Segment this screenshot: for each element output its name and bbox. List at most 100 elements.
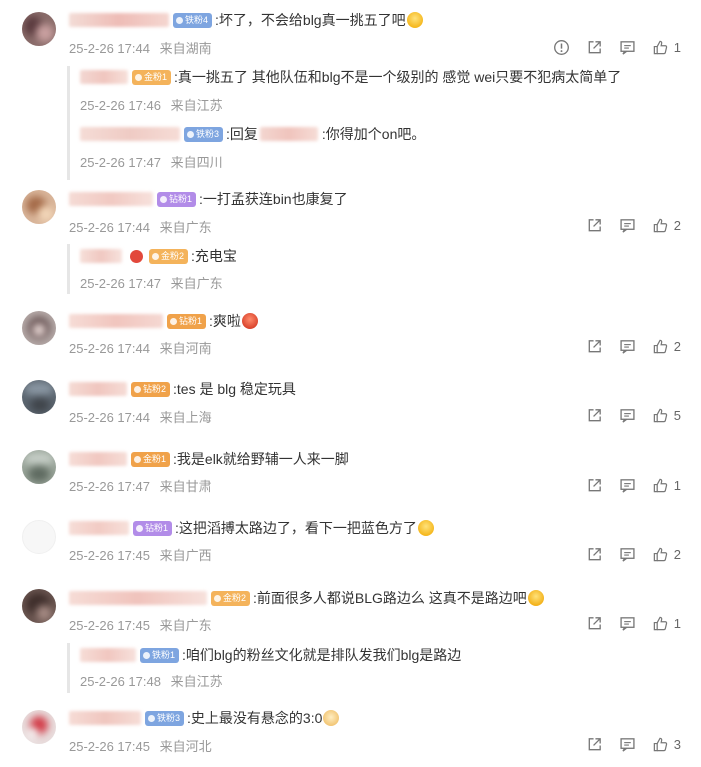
username[interactable]: [80, 249, 122, 263]
comment-text: :我是elk就给野辅一人来一脚: [173, 451, 349, 467]
comment-button[interactable]: [619, 407, 636, 424]
location: 来自湖南: [159, 41, 212, 56]
avatar[interactable]: [22, 520, 56, 554]
comment-icon: [620, 408, 635, 423]
avatar[interactable]: [22, 311, 56, 345]
like-button[interactable]: 5: [652, 407, 681, 424]
comment-line: 钻粉1 :这把滔搏太路边了，看下一把蓝色方了: [69, 519, 434, 537]
avatar[interactable]: [22, 589, 56, 623]
comment-text: :这把滔搏太路边了，看下一把蓝色方了: [175, 520, 417, 536]
cat-emoji-icon: [323, 710, 340, 726]
badge-label: 金粉1: [144, 71, 168, 82]
like-button[interactable]: 3: [652, 736, 681, 753]
fan-icon: [214, 594, 221, 602]
timestamp: 25-2-26 17:44: [69, 41, 150, 56]
comment-button[interactable]: [619, 338, 636, 355]
like-button[interactable]: 1: [652, 615, 681, 632]
thumbs-up-icon: [653, 40, 667, 54]
username[interactable]: [69, 452, 127, 466]
comment-actions: 1: [570, 613, 681, 633]
replied-username[interactable]: [259, 127, 318, 141]
comment-text: :前面很多人都说BLG路边么 这真不是路边吧: [253, 590, 527, 606]
comment-button[interactable]: [619, 477, 636, 494]
like-count: 2: [673, 338, 681, 354]
comment-icon: [620, 218, 635, 233]
comment-text: :一打孟获连bin也康复了: [199, 191, 348, 207]
timestamp: 25-2-26 17:45: [69, 548, 150, 563]
timestamp: 25-2-26 17:47: [80, 276, 161, 291]
comment-text: :坏了，不会给blg真一挑五了吧: [215, 12, 406, 28]
fan-badge: 钻粉1: [133, 520, 173, 536]
avatar[interactable]: [22, 380, 56, 414]
comment-button[interactable]: [619, 217, 636, 234]
comment-line: 钻粉1 :一打孟获连bin也康复了: [69, 190, 348, 208]
username[interactable]: [69, 382, 127, 396]
comment-meta: 25-2-26 17:44 来自广东: [69, 217, 212, 235]
fan-badge: 金粉2: [149, 248, 189, 264]
report-button[interactable]: [553, 39, 570, 56]
thumbs-up-icon: [653, 218, 667, 232]
reply-meta: 25-2-26 17:46 来自江苏: [80, 95, 223, 113]
comment-button[interactable]: [619, 546, 636, 563]
username[interactable]: [69, 13, 169, 27]
like-button[interactable]: 2: [652, 217, 681, 234]
badge-label: 铁粉3: [157, 712, 181, 723]
avatar[interactable]: [22, 190, 56, 224]
location: 来自江苏: [170, 674, 223, 689]
share-icon: [588, 218, 601, 231]
reply-line: 金粉1 :真一挑五了 其他队伍和blg不是一个级别的 感觉 wei只要不犯病太简…: [80, 68, 621, 86]
comment-button[interactable]: [619, 615, 636, 632]
comment-line: 铁粉4 :坏了，不会给blg真一挑五了吧: [69, 11, 423, 29]
timestamp: 25-2-26 17:44: [69, 341, 150, 356]
location: 来自河北: [159, 739, 212, 754]
username[interactable]: [80, 70, 128, 84]
badge-label: 钻粉1: [169, 193, 193, 204]
share-button[interactable]: [586, 477, 603, 494]
comment-meta: 25-2-26 17:47 来自甘肃: [69, 476, 212, 494]
share-icon: [588, 616, 601, 629]
share-button[interactable]: [586, 407, 603, 424]
username[interactable]: [69, 314, 163, 328]
thumbs-up-icon: [653, 737, 667, 751]
thumbs-up-icon: [653, 478, 667, 492]
comment-button[interactable]: [619, 736, 636, 753]
fan-badge: 钻粉1: [167, 313, 207, 329]
comment-button[interactable]: [619, 39, 636, 56]
badge-label: 金粉2: [161, 250, 185, 261]
comment-line: 铁粉3 :史上最没有悬念的3:0: [69, 709, 340, 727]
share-button[interactable]: [586, 546, 603, 563]
fan-badge: 铁粉4: [173, 12, 213, 28]
like-button[interactable]: 1: [652, 39, 681, 56]
username[interactable]: [69, 591, 207, 605]
avatar[interactable]: [22, 450, 56, 484]
username[interactable]: [69, 521, 129, 535]
like-button[interactable]: 2: [652, 338, 681, 355]
share-button[interactable]: [586, 39, 603, 56]
comment-line: 金粉1 :我是elk就给野辅一人来一脚: [69, 450, 349, 468]
share-button[interactable]: [586, 217, 603, 234]
avatar[interactable]: [22, 12, 56, 46]
comment-meta: 25-2-26 17:44 来自湖南: [69, 38, 212, 56]
comment-icon: [620, 616, 635, 631]
fan-icon: [170, 317, 177, 325]
like-count: 2: [673, 546, 681, 562]
like-button[interactable]: 1: [652, 477, 681, 494]
like-button[interactable]: 2: [652, 546, 681, 563]
thumbs-up-icon: [653, 616, 667, 630]
comment-line: 钻粉2 :tes 是 blg 稳定玩具: [69, 380, 296, 398]
share-button[interactable]: [586, 615, 603, 632]
username[interactable]: [69, 192, 153, 206]
username[interactable]: [80, 648, 136, 662]
avatar[interactable]: [22, 710, 56, 744]
fan-icon: [176, 16, 183, 24]
share-button[interactable]: [586, 338, 603, 355]
fan-icon: [136, 524, 143, 532]
fan-icon: [187, 130, 194, 138]
like-count: 1: [673, 39, 681, 55]
username[interactable]: [69, 711, 141, 725]
comment-text: :tes 是 blg 稳定玩具: [173, 381, 296, 397]
share-button[interactable]: [586, 736, 603, 753]
reply-text: :充电宝: [191, 248, 237, 264]
username[interactable]: [80, 127, 180, 141]
reply-prefix: :回复: [226, 126, 258, 142]
